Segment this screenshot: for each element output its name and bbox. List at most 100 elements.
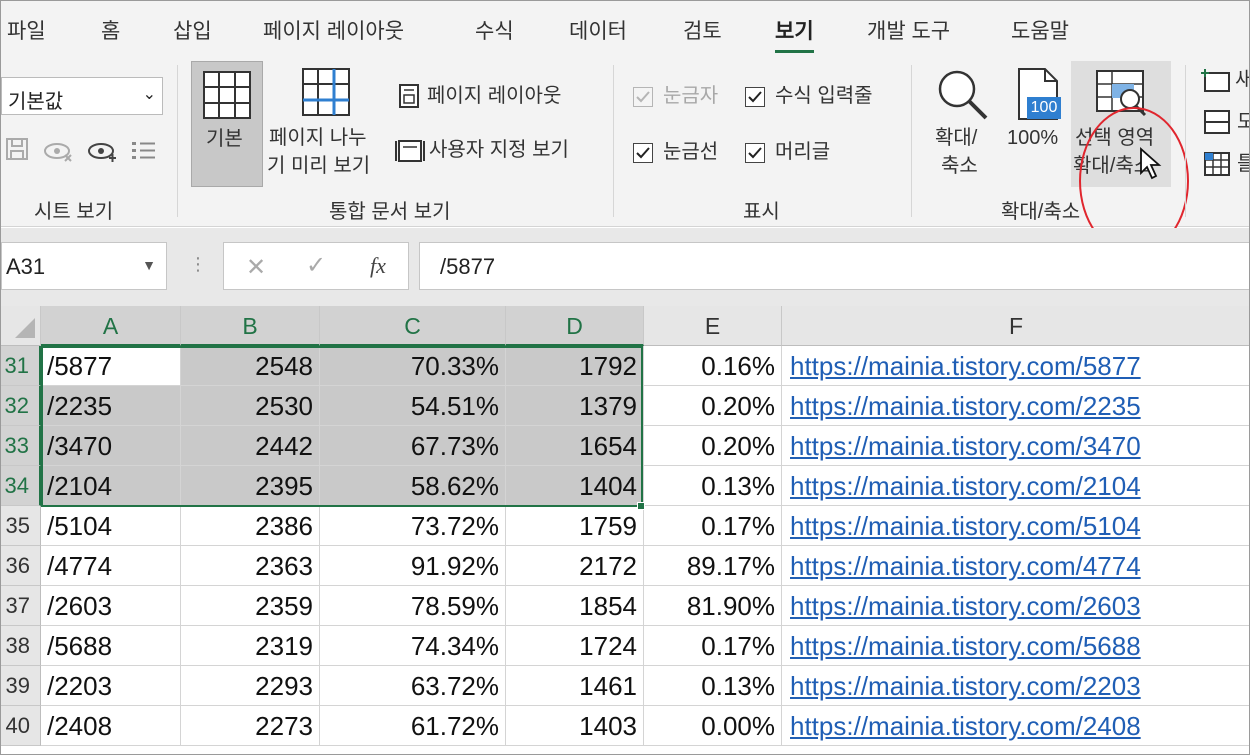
tab-formulas[interactable]: 수식 (475, 15, 514, 45)
ruler-checkbox[interactable] (633, 87, 653, 107)
cell-e[interactable]: 0.13% (644, 666, 782, 706)
row-header[interactable]: 39 (1, 666, 41, 706)
cell-e[interactable]: 89.17% (644, 546, 782, 586)
cell-d[interactable]: 1724 (506, 626, 644, 666)
row-header[interactable]: 37 (1, 586, 41, 626)
freeze-panes-label[interactable]: 틀 (1237, 151, 1249, 177)
options-list-icon[interactable] (131, 139, 157, 168)
cell-d[interactable]: 2172 (506, 546, 644, 586)
row-header[interactable]: 38 (1, 626, 41, 666)
cell-a[interactable]: /2603 (41, 586, 181, 626)
cell-e[interactable]: 0.20% (644, 426, 782, 466)
row-header[interactable]: 36 (1, 546, 41, 586)
chevron-down-icon[interactable]: ▼ (142, 257, 156, 273)
tab-page-layout[interactable]: 페이지 레이아웃 (263, 15, 404, 45)
tab-file[interactable]: 파일 (7, 15, 46, 45)
row-header[interactable]: 34 (1, 466, 41, 506)
page-layout-label[interactable]: 페이지 레이아웃 (427, 83, 561, 109)
page-break-preview-label-1[interactable]: 페이지 나누 (269, 125, 367, 151)
cell-d[interactable]: 1854 (506, 586, 644, 626)
zoom-label-2[interactable]: 축소 (941, 153, 978, 179)
cell-a[interactable]: /2408 (41, 706, 181, 746)
page-layout-icon[interactable] (397, 83, 421, 114)
tab-review[interactable]: 검토 (683, 15, 722, 45)
arrange-all-label[interactable]: 모 (1237, 109, 1249, 135)
cell-c[interactable]: 70.33% (320, 346, 506, 386)
hyperlink-cell[interactable]: https://mainia.tistory.com/3470 (782, 426, 1249, 466)
cell-e[interactable]: 81.90% (644, 586, 782, 626)
cell-c[interactable]: 78.59% (320, 586, 506, 626)
headings-checkbox[interactable] (745, 143, 765, 163)
gridlines-checkbox[interactable] (633, 143, 653, 163)
cell-d[interactable]: 1792 (506, 346, 644, 386)
cell-d[interactable]: 1403 (506, 706, 644, 746)
cell-d[interactable]: 1461 (506, 666, 644, 706)
hyperlink-cell[interactable]: https://mainia.tistory.com/2408 (782, 706, 1249, 746)
arrange-all-icon[interactable] (1203, 109, 1231, 140)
cancel-icon[interactable]: ✕ (246, 253, 266, 282)
cell-e[interactable]: 0.00% (644, 706, 782, 746)
hyperlink-cell[interactable]: https://mainia.tistory.com/4774 (782, 546, 1249, 586)
cell-a[interactable]: /5104 (41, 506, 181, 546)
cell-c[interactable]: 91.92% (320, 546, 506, 586)
column-header-f[interactable]: F (782, 306, 1249, 346)
freeze-panes-icon[interactable] (1203, 151, 1231, 182)
cell-c[interactable]: 73.72% (320, 506, 506, 546)
hyperlink-cell[interactable]: https://mainia.tistory.com/2603 (782, 586, 1249, 626)
cell-a[interactable]: /2235 (41, 386, 181, 426)
hyperlink-cell[interactable]: https://mainia.tistory.com/5688 (782, 626, 1249, 666)
formula-bar-checkbox[interactable] (745, 87, 765, 107)
tab-insert[interactable]: 삽입 (173, 15, 212, 45)
cell-b[interactable]: 2359 (181, 586, 320, 626)
name-box[interactable]: A31 ▼ (1, 242, 167, 290)
cell-a[interactable]: /5688 (41, 626, 181, 666)
tab-data[interactable]: 데이터 (569, 15, 627, 45)
hyperlink-cell[interactable]: https://mainia.tistory.com/5104 (782, 506, 1249, 546)
formula-input[interactable]: /5877 (419, 242, 1249, 290)
cell-a[interactable]: /2104 (41, 466, 181, 506)
cell-b[interactable]: 2319 (181, 626, 320, 666)
cell-b[interactable]: 2442 (181, 426, 320, 466)
hyperlink-cell[interactable]: https://mainia.tistory.com/5877 (782, 346, 1249, 386)
zoom-100-icon[interactable]: 100 (1015, 67, 1061, 121)
cell-e[interactable]: 0.17% (644, 506, 782, 546)
cell-a[interactable]: /5877 (41, 346, 181, 386)
cell-d[interactable]: 1759 (506, 506, 644, 546)
cell-c[interactable]: 54.51% (320, 386, 506, 426)
tab-home[interactable]: 홈 (101, 15, 120, 45)
column-header-a[interactable]: A (41, 306, 181, 346)
cell-d[interactable]: 1404 (506, 466, 644, 506)
sheet-view-select[interactable]: 기본값 ⌄ (1, 77, 163, 115)
exit-view-icon[interactable] (43, 139, 73, 168)
tab-view[interactable]: 보기 (775, 15, 814, 53)
cell-b[interactable]: 2548 (181, 346, 320, 386)
insert-function-icon[interactable]: fx (370, 253, 386, 279)
row-header[interactable]: 31 (1, 346, 41, 386)
cell-b[interactable]: 2395 (181, 466, 320, 506)
page-break-preview-icon[interactable] (301, 67, 351, 122)
custom-views-icon[interactable] (395, 137, 425, 170)
cell-b[interactable]: 2293 (181, 666, 320, 706)
select-all-corner[interactable] (1, 306, 41, 346)
cell-a[interactable]: /4774 (41, 546, 181, 586)
hyperlink-cell[interactable]: https://mainia.tistory.com/2104 (782, 466, 1249, 506)
row-header[interactable]: 32 (1, 386, 41, 426)
zoom-100-label[interactable]: 100% (1007, 125, 1058, 151)
column-header-c[interactable]: C (320, 306, 506, 346)
cell-a[interactable]: /3470 (41, 426, 181, 466)
cell-e[interactable]: 0.20% (644, 386, 782, 426)
column-header-e[interactable]: E (644, 306, 782, 346)
hyperlink-cell[interactable]: https://mainia.tistory.com/2235 (782, 386, 1249, 426)
cell-b[interactable]: 2386 (181, 506, 320, 546)
new-window-label[interactable]: 새 (1235, 67, 1249, 93)
cell-d[interactable]: 1379 (506, 386, 644, 426)
custom-views-label[interactable]: 사용자 지정 보기 (429, 137, 569, 163)
fill-handle[interactable] (637, 502, 645, 510)
row-header[interactable]: 33 (1, 426, 41, 466)
zoom-magnifier-icon[interactable] (935, 67, 989, 126)
cell-e[interactable]: 0.16% (644, 346, 782, 386)
new-window-icon[interactable] (1201, 67, 1231, 98)
cell-c[interactable]: 58.62% (320, 466, 506, 506)
new-view-icon[interactable] (87, 139, 117, 168)
cell-c[interactable]: 67.73% (320, 426, 506, 466)
